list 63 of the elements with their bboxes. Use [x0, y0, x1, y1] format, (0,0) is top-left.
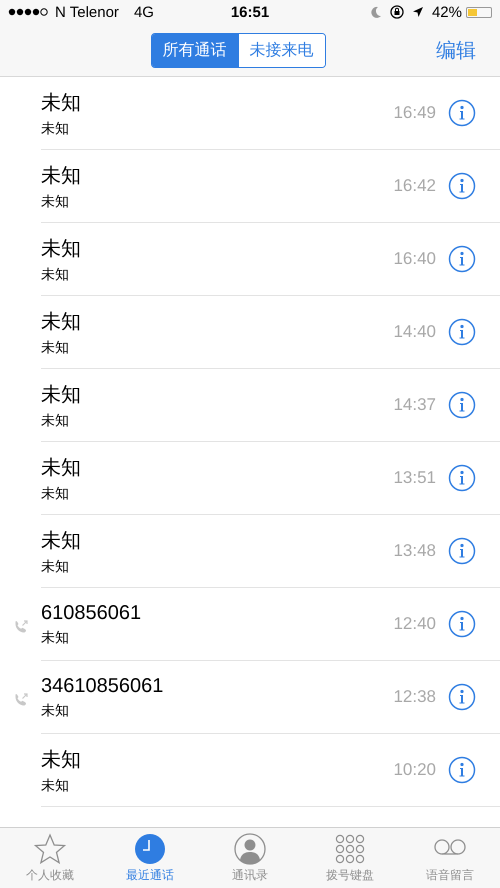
caller-name: 未知 [41, 748, 82, 772]
lock-rotation-icon [390, 5, 404, 19]
info-button[interactable] [448, 245, 476, 273]
filter-tab[interactable]: 所有通话 [152, 34, 238, 66]
caller-name: 未知 [41, 528, 82, 554]
info-button[interactable] [448, 610, 476, 638]
call-time: 14:37 [393, 395, 436, 415]
tab-bar-item[interactable]: 个人收藏 [0, 828, 100, 888]
location-arrow-icon [412, 6, 424, 18]
call-detail: 未知 [41, 558, 70, 576]
info-button[interactable] [448, 537, 476, 565]
tab-bar-item[interactable]: 通讯录 [200, 828, 300, 888]
call-time: 13:51 [393, 468, 436, 488]
info-button[interactable] [448, 172, 476, 200]
call-detail: 未知 [41, 192, 70, 210]
network-type: 4G [134, 4, 154, 20]
status-time: 16:51 [230, 4, 270, 20]
call-time: 16:42 [393, 176, 436, 196]
call-time: 12:38 [393, 687, 436, 707]
caller-name: 未知 [41, 310, 82, 334]
filter-tab[interactable]: 未接来电 [238, 34, 324, 66]
call-time: 10:20 [393, 760, 436, 780]
tab-bar-item[interactable]: 语音留言 [400, 828, 500, 888]
info-button[interactable] [448, 318, 476, 346]
info-button[interactable] [448, 391, 476, 419]
call-time: 12:40 [393, 614, 436, 634]
outgoing-call-icon [12, 618, 28, 634]
call-detail: 未知 [41, 120, 70, 138]
info-button[interactable] [448, 683, 476, 711]
clock-icon [133, 832, 167, 864]
caller-name: 未知 [41, 456, 82, 480]
contact-icon [233, 832, 267, 864]
caller-name: 未知 [41, 90, 82, 116]
call-time: 16:49 [393, 103, 436, 123]
call-detail: 未知 [41, 412, 70, 430]
battery-icon [466, 6, 492, 18]
caller-name: 未知 [41, 382, 82, 408]
info-button[interactable] [448, 99, 476, 127]
call-detail: 未知 [41, 776, 70, 794]
moon-icon [370, 6, 382, 18]
caller-name: 未知 [41, 164, 82, 188]
info-button[interactable] [448, 464, 476, 492]
keypad-icon [333, 832, 367, 864]
call-time: 13:48 [393, 541, 436, 561]
call-detail: 未知 [41, 484, 70, 502]
caller-name: 未知 [41, 236, 82, 262]
call-time: 14:40 [393, 322, 436, 342]
carrier-name: N Telenor [55, 4, 119, 20]
call-detail: 未知 [41, 266, 70, 284]
segmented-control[interactable]: 所有通话 未接来电 [150, 32, 326, 68]
tab-bar-item[interactable]: 拨号键盘 [300, 828, 400, 888]
caller-name: 34610856061 [41, 674, 164, 698]
battery-percent: 42% [432, 4, 462, 20]
call-detail: 未知 [41, 338, 70, 356]
call-time: 16:40 [393, 249, 436, 269]
info-button[interactable] [448, 756, 476, 784]
star-icon [33, 832, 67, 864]
caller-name: 610856061 [41, 602, 142, 624]
call-detail: 未知 [41, 702, 70, 720]
tab-bar-item[interactable]: 最近通话 [100, 828, 200, 888]
edit-button[interactable]: 编辑 [436, 36, 476, 64]
call-detail: 未知 [41, 628, 70, 646]
outgoing-call-icon [12, 692, 28, 708]
